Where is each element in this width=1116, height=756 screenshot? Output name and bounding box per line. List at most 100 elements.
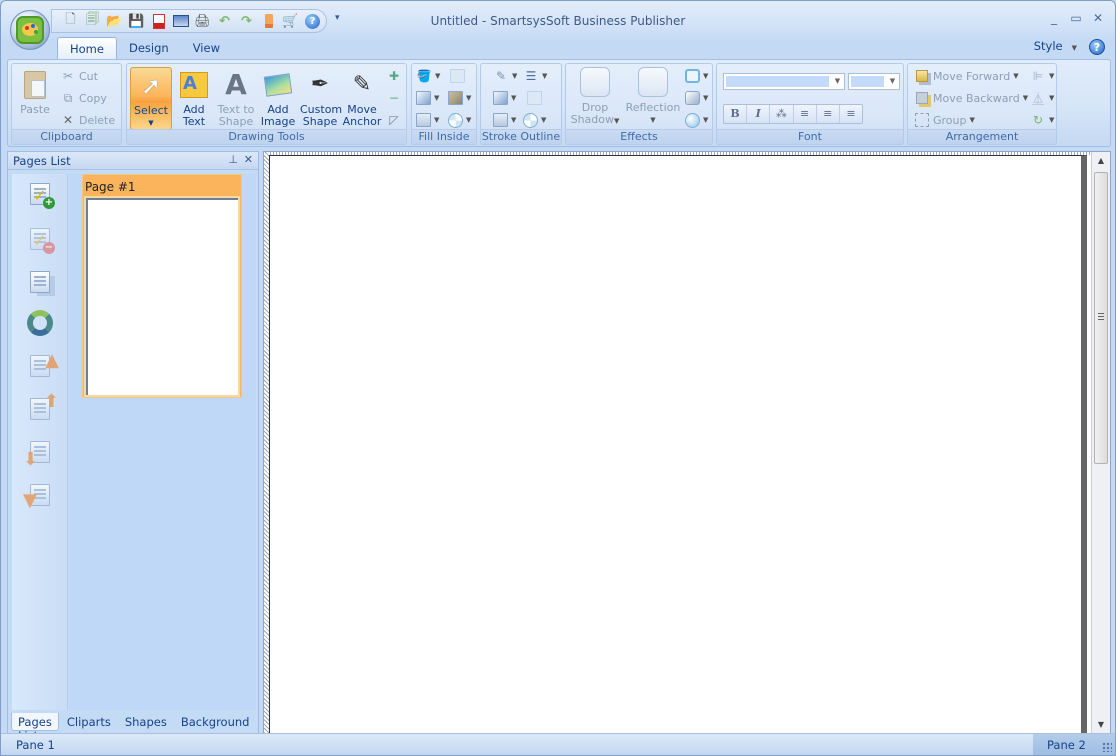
scroll-grip-icon bbox=[1098, 313, 1104, 320]
align-right-button[interactable]: ≡ bbox=[840, 105, 862, 123]
minimize-button[interactable]: _ bbox=[1043, 11, 1065, 29]
new-from-template-icon[interactable]: 🗐 bbox=[82, 11, 103, 31]
group-button[interactable]: Group ▼ bbox=[914, 110, 975, 130]
stroke-pattern-icon bbox=[523, 112, 538, 128]
font-name-select[interactable]: ▼ bbox=[723, 73, 845, 90]
copy-button[interactable]: ⧉ Copy bbox=[60, 88, 107, 108]
page-thumbnail-preview bbox=[86, 198, 238, 395]
stroke-image-button[interactable]: ▼ bbox=[493, 110, 516, 130]
scrollbar-thumb[interactable] bbox=[1094, 172, 1108, 464]
outline-text-button[interactable]: ⁂ bbox=[770, 105, 794, 123]
drop-shadow-button[interactable]: Drop Shadow▼ bbox=[568, 67, 622, 131]
design-canvas-area: ▲ ▼ bbox=[263, 151, 1111, 734]
delete-button[interactable]: ✕ Delete bbox=[60, 110, 115, 130]
fill-inside-group-label: Fill Inside bbox=[412, 129, 476, 144]
print-icon[interactable]: 🖨 bbox=[192, 11, 213, 31]
tab-design[interactable]: Design bbox=[117, 37, 181, 59]
fill-texture-button[interactable]: ▼ bbox=[448, 88, 471, 108]
pin-icon[interactable]: ⊥ bbox=[228, 153, 238, 166]
refresh-icon[interactable] bbox=[24, 307, 56, 339]
stroke-pattern-button[interactable]: ▼ bbox=[523, 110, 546, 130]
effect-outline-button[interactable]: ▼ bbox=[685, 66, 708, 86]
format-toolbar: B I ⁂ ≡ ≡ ≡ bbox=[723, 104, 863, 124]
open-folder-icon[interactable]: 📂 bbox=[104, 11, 125, 31]
move-page-last-icon[interactable]: ▼ bbox=[23, 479, 56, 511]
cut-button[interactable]: ✂ Cut bbox=[60, 66, 98, 86]
effect-bevel-button[interactable]: ▼ bbox=[685, 88, 708, 108]
panel-tab-cliparts[interactable]: Cliparts bbox=[61, 713, 117, 731]
font-size-select[interactable]: ▼ bbox=[848, 73, 900, 90]
pencil-icon: ✎ bbox=[495, 69, 507, 83]
help-icon[interactable]: ? bbox=[302, 11, 323, 31]
fill-swatch-button[interactable] bbox=[450, 66, 465, 86]
export-pdf-icon[interactable] bbox=[148, 11, 169, 31]
close-button[interactable]: ✕ bbox=[1087, 11, 1109, 29]
align-center-button[interactable]: ≡ bbox=[817, 105, 840, 123]
redo-icon[interactable]: ↷ bbox=[236, 11, 257, 31]
export-image-icon[interactable] bbox=[170, 11, 191, 31]
tab-home[interactable]: Home bbox=[57, 37, 117, 59]
maximize-button[interactable]: ▭ bbox=[1065, 11, 1087, 29]
vertical-scrollbar[interactable]: ▲ ▼ bbox=[1091, 152, 1110, 733]
scroll-up-arrow-icon[interactable]: ▲ bbox=[1092, 152, 1110, 169]
move-page-up-icon[interactable]: ⬆ bbox=[24, 391, 59, 425]
add-text-button[interactable]: A Add Text bbox=[174, 67, 214, 131]
stroke-outline-group-label: Stroke Outline bbox=[481, 129, 561, 144]
remove-anchor-button[interactable]: − bbox=[386, 88, 402, 108]
align-objects-button[interactable]: ⊫ ▼ bbox=[1030, 66, 1055, 86]
resize-grip-icon[interactable] bbox=[1102, 742, 1112, 752]
custom-shape-button[interactable]: ✒ Custom Shape bbox=[300, 67, 342, 131]
buy-cart-icon[interactable]: 🛒 bbox=[280, 11, 301, 31]
application-menu-button[interactable] bbox=[10, 10, 50, 50]
tab-view[interactable]: View bbox=[181, 37, 232, 59]
bold-button[interactable]: B bbox=[724, 105, 748, 123]
convert-anchor-button[interactable]: ◸ bbox=[386, 110, 402, 130]
pages-panel-title: Pages List bbox=[13, 154, 71, 168]
scroll-down-arrow-icon[interactable]: ▼ bbox=[1092, 716, 1110, 733]
duplicate-page-icon[interactable] bbox=[24, 266, 56, 298]
stroke-color-button[interactable]: ✎ ▼ bbox=[493, 66, 517, 86]
add-anchor-button[interactable]: ✚ bbox=[386, 66, 402, 86]
add-page-icon[interactable]: + ✓ bbox=[24, 178, 56, 210]
stroke-gradient-button[interactable]: ▼ bbox=[493, 88, 516, 108]
add-image-button[interactable]: Add Image bbox=[258, 67, 298, 131]
fill-color-button[interactable]: 🪣 ▼ bbox=[416, 66, 441, 86]
style-menu[interactable]: Style ▼ bbox=[1034, 39, 1077, 53]
move-forward-button[interactable]: Move Forward ▼ bbox=[914, 66, 1019, 86]
new-icon[interactable]: 🗋 bbox=[60, 11, 81, 31]
align-left-button[interactable]: ≡ bbox=[794, 105, 817, 123]
panel-tab-background[interactable]: Background bbox=[175, 713, 256, 731]
effect-sphere-button[interactable]: ▼ bbox=[685, 110, 708, 130]
flip-button[interactable]: ⏅ ▼ bbox=[1030, 88, 1054, 108]
delete-page-icon[interactable]: − ✓ bbox=[24, 223, 56, 255]
fill-pattern-button[interactable]: ▼ bbox=[448, 110, 471, 130]
select-button[interactable]: ➚ Select ▼ bbox=[130, 67, 172, 130]
fill-image-button[interactable]: ▼ bbox=[416, 110, 439, 130]
fill-gradient-button[interactable]: ▼ bbox=[416, 88, 439, 108]
panel-tab-shapes[interactable]: Shapes bbox=[119, 713, 173, 731]
move-backward-button[interactable]: Move Backward ▼ bbox=[914, 88, 1028, 108]
close-panel-icon[interactable]: ✕ bbox=[244, 153, 253, 166]
move-anchor-button[interactable]: ✎ Move Anchor bbox=[342, 67, 382, 131]
stroke-swatch-button[interactable] bbox=[527, 88, 542, 108]
save-icon[interactable]: 💾 bbox=[126, 11, 147, 31]
clear-icon[interactable] bbox=[258, 11, 279, 31]
customize-qat-button[interactable]: ▾ bbox=[335, 13, 340, 23]
drawing-tools-group: ➚ Select ▼ A Add Text A Text to Shape Ad… bbox=[126, 63, 407, 145]
italic-button[interactable]: I bbox=[747, 105, 771, 123]
reflection-button[interactable]: Reflection ▼ bbox=[624, 67, 682, 131]
text-to-shape-button[interactable]: A Text to Shape bbox=[216, 67, 256, 131]
help-button[interactable]: ? bbox=[1089, 39, 1105, 55]
status-bar: Pane 1 Pane 2 bbox=[1, 733, 1115, 755]
paste-button[interactable]: Paste bbox=[15, 67, 55, 131]
move-page-first-icon[interactable]: ▲ bbox=[24, 350, 59, 382]
rotate-button[interactable]: ↻ ▼ bbox=[1030, 110, 1054, 130]
stroke-outline-group: ✎ ▼ ☰ ▼ ▼ ▼ ▼ Stroke Outline bbox=[480, 63, 562, 145]
design-page[interactable] bbox=[269, 155, 1087, 733]
undo-icon[interactable]: ↶ bbox=[214, 11, 235, 31]
move-page-down-icon[interactable]: ⬇ bbox=[23, 436, 56, 470]
panel-tab-pages-list[interactable]: Pages List bbox=[11, 713, 59, 743]
pen-plus-icon: ✚ bbox=[388, 69, 400, 83]
stroke-width-button[interactable]: ☰ ▼ bbox=[523, 66, 548, 86]
page-thumbnail[interactable]: Page #1 bbox=[82, 174, 242, 398]
